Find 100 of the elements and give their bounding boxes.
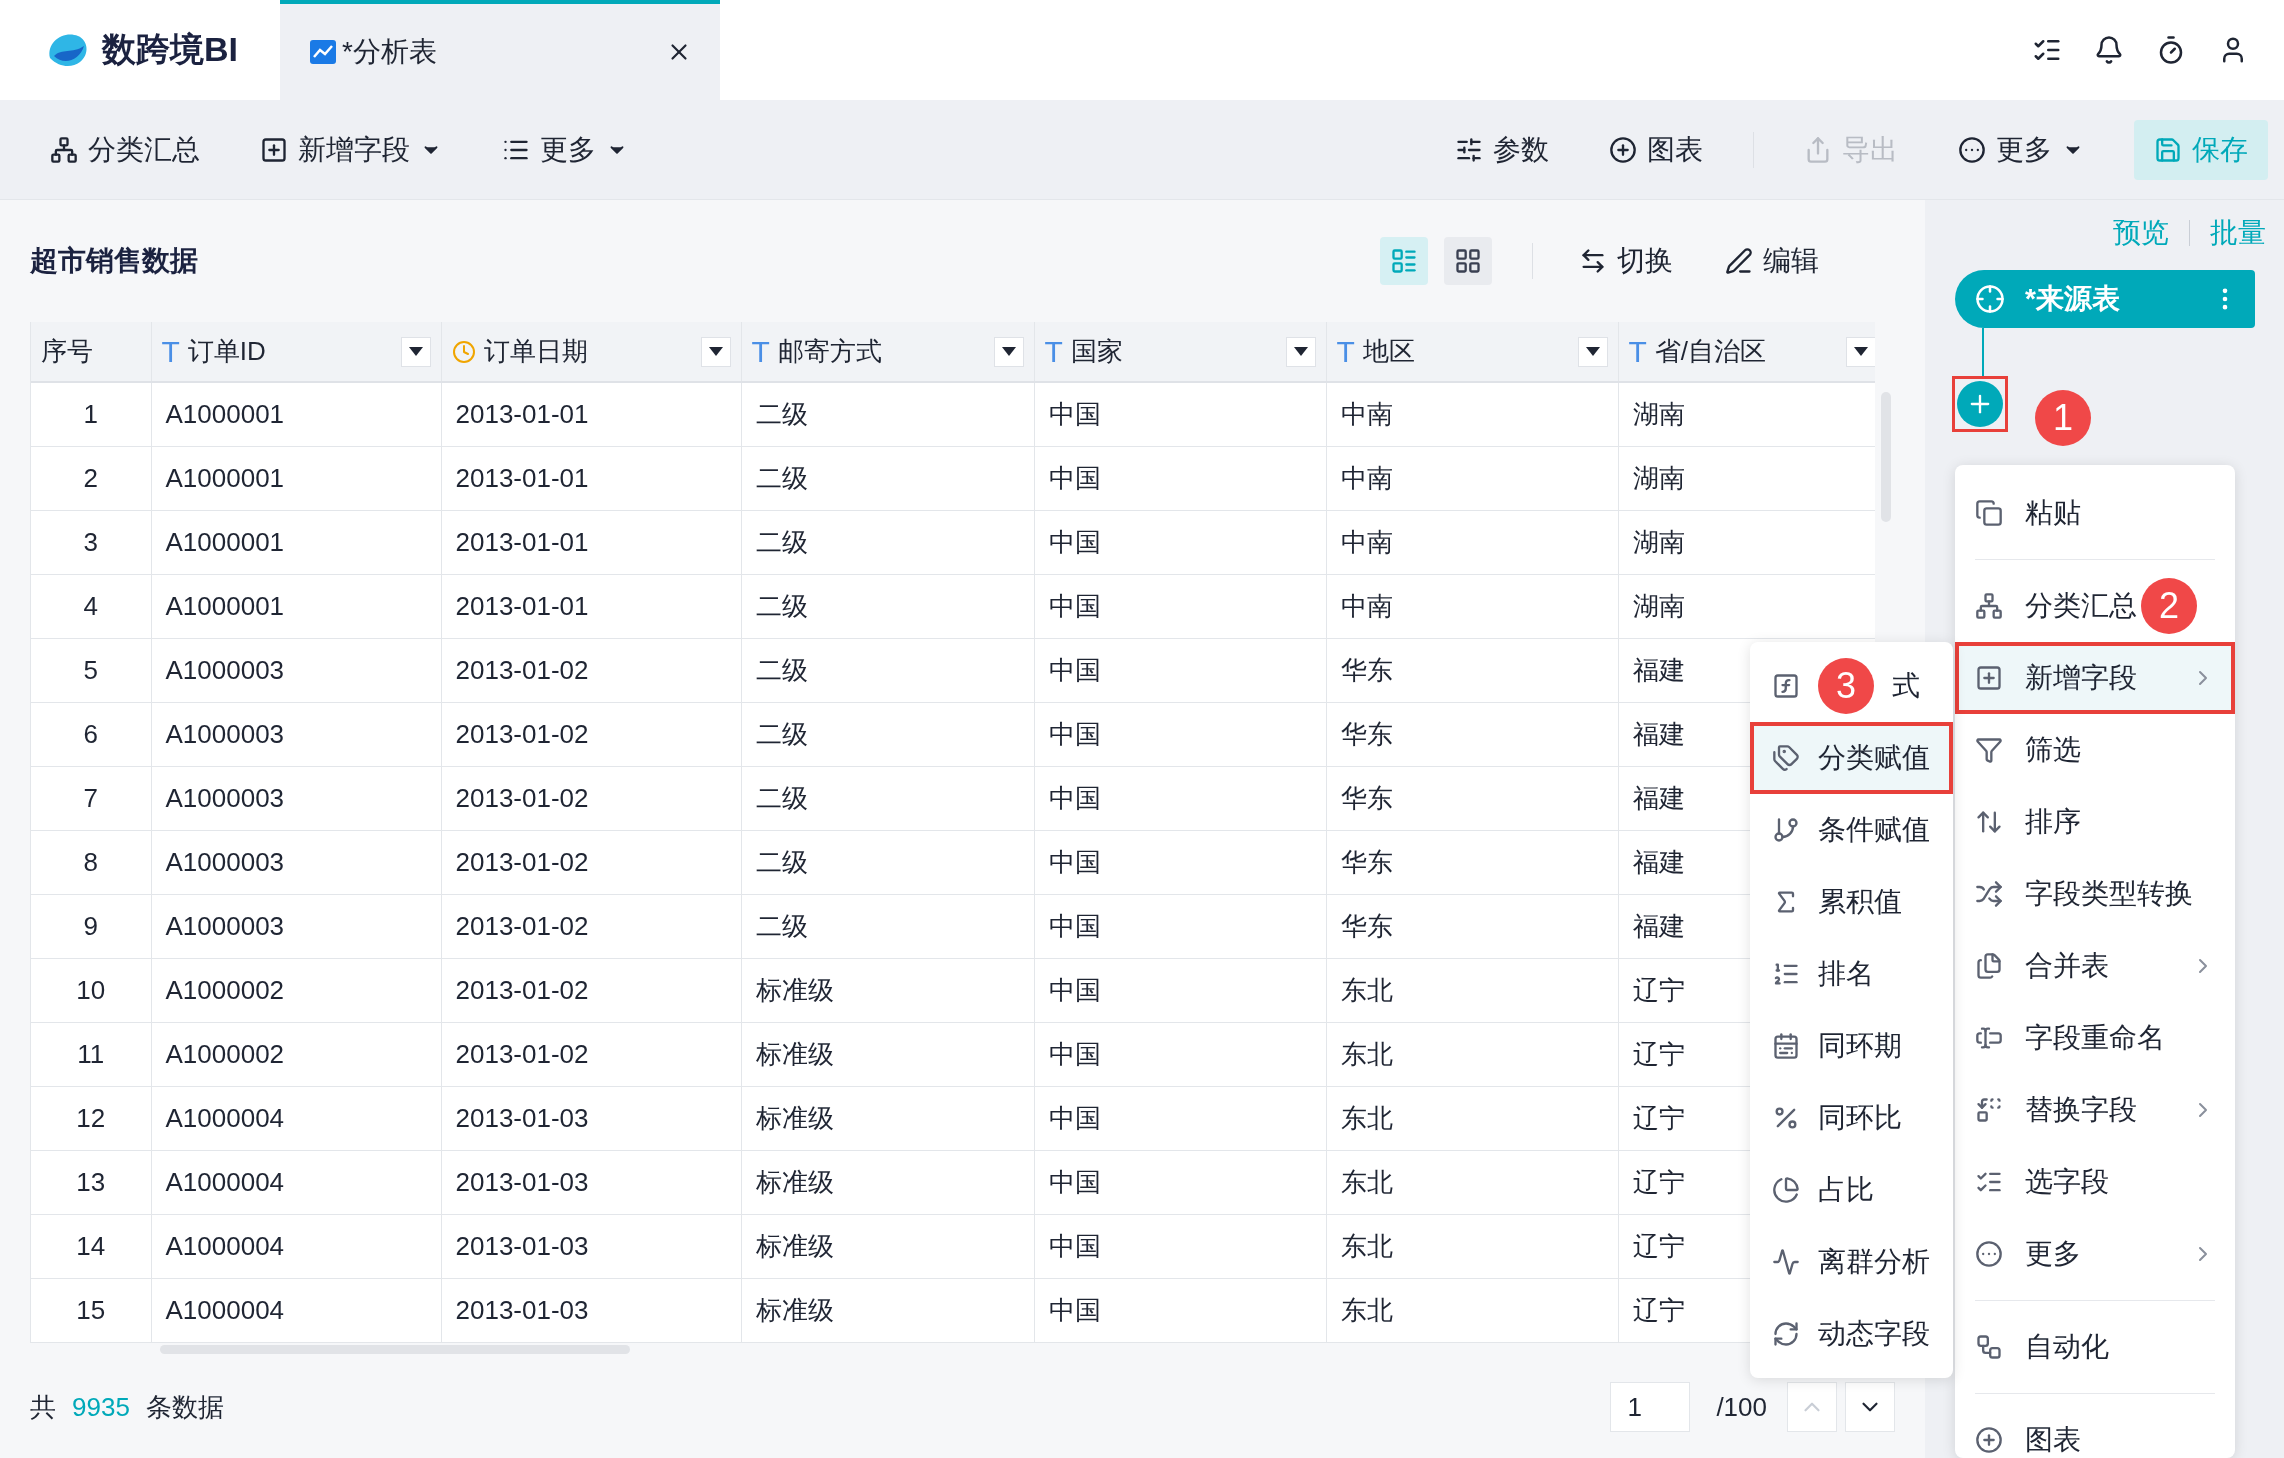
menu-item[interactable]: 离群分析 xyxy=(1750,1226,1953,1298)
table-cell: 2013-01-01 xyxy=(441,510,741,574)
table-cell: A1000004 xyxy=(151,1150,441,1214)
table-cell: A1000001 xyxy=(151,510,441,574)
table-cell: 中国 xyxy=(1034,510,1326,574)
action-button[interactable]: 切换 xyxy=(1573,241,1679,281)
action-button[interactable]: 编辑 xyxy=(1719,241,1825,281)
filter-dropdown[interactable] xyxy=(1845,336,1875,367)
table-cell: 中国 xyxy=(1034,1278,1326,1342)
column-label: 序号 xyxy=(41,335,94,368)
table-cell: 15 xyxy=(31,1278,151,1342)
table-cell: 华东 xyxy=(1326,638,1618,702)
menu-item[interactable]: 动态字段 xyxy=(1750,1298,1953,1370)
table-cell: 二级 xyxy=(741,574,1034,638)
table-cell: 东北 xyxy=(1326,1022,1618,1086)
table-cell: 9 xyxy=(31,894,151,958)
caret-icon xyxy=(408,346,423,357)
menu-item[interactable]: 同环期 xyxy=(1750,1010,1953,1082)
table-cell: A1000001 xyxy=(151,446,441,510)
table-cell: 中国 xyxy=(1034,1214,1326,1278)
menu-item[interactable]: 排序 xyxy=(1955,786,2235,858)
table-cell: 2 xyxy=(31,446,151,510)
grid-view-button[interactable] xyxy=(1444,237,1492,285)
table-cell: 二级 xyxy=(741,702,1034,766)
hierarchy-icon xyxy=(50,135,78,164)
table-cell: 6 xyxy=(31,702,151,766)
menu-item[interactable]: 更多 xyxy=(1955,1218,2235,1290)
table-cell: 标准级 xyxy=(741,1086,1034,1150)
table-cell: 东北 xyxy=(1326,1086,1618,1150)
caret-icon xyxy=(1293,346,1308,357)
menu-item[interactable]: 字段重命名 xyxy=(1955,1002,2235,1074)
filter-dropdown[interactable] xyxy=(1285,336,1316,367)
crosshair-icon xyxy=(1975,284,2005,314)
table-cell: 标准级 xyxy=(741,1278,1034,1342)
toolbar-button[interactable]: 新增字段 xyxy=(250,122,452,177)
table-cell: 二级 xyxy=(741,382,1034,446)
menu-item[interactable]: 累积值 xyxy=(1750,866,1953,938)
table-cell: 7 xyxy=(31,766,151,830)
table-cell: A1000002 xyxy=(151,1022,441,1086)
toolbar-button[interactable]: 更多 xyxy=(1948,122,2094,177)
table-cell: 东北 xyxy=(1326,1278,1618,1342)
text-type-icon: T xyxy=(1044,334,1063,369)
table-cell: 2013-01-02 xyxy=(441,958,741,1022)
more-icon xyxy=(1958,135,1986,164)
menu-item[interactable]: 粘贴 xyxy=(1955,477,2235,549)
menu-item[interactable]: 同环比 xyxy=(1750,1082,1953,1154)
menu-item[interactable]: 选字段 xyxy=(1955,1146,2235,1218)
table-cell: 1 xyxy=(31,382,151,446)
table-cell: A1000001 xyxy=(151,382,441,446)
table-cell: 中国 xyxy=(1034,638,1326,702)
column-label: 订单日期 xyxy=(483,335,589,368)
menu-item[interactable]: 替换字段 xyxy=(1955,1074,2235,1146)
column-label: 地区 xyxy=(1362,335,1416,368)
column-label: 订单ID xyxy=(187,335,267,368)
table-cell: A1000003 xyxy=(151,830,441,894)
menu-item[interactable]: 排名 xyxy=(1750,938,1953,1010)
toolbar-button[interactable]: 参数 xyxy=(1445,122,1559,177)
table-cell: 东北 xyxy=(1326,958,1618,1022)
table-cell: 2013-01-02 xyxy=(441,638,741,702)
table-cell: 10 xyxy=(31,958,151,1022)
menu-item[interactable]: 自动化 xyxy=(1955,1311,2235,1383)
more-icon xyxy=(1975,1240,2003,1268)
toolbar-button[interactable]: 分类汇总 xyxy=(40,122,210,177)
table-cell: 二级 xyxy=(741,894,1034,958)
add-circle-icon xyxy=(1975,1426,2003,1454)
filter-dropdown[interactable] xyxy=(993,336,1024,367)
tab[interactable]: *分析表 xyxy=(280,0,720,100)
toolbar-button[interactable]: 更多 xyxy=(492,122,638,177)
filter-dropdown[interactable] xyxy=(1577,336,1608,367)
menu-item[interactable]: 分类赋值 xyxy=(1750,722,1953,794)
table-cell: A1000003 xyxy=(151,766,441,830)
menu-item[interactable]: 分类汇总 2 xyxy=(1955,570,2235,642)
menu-item[interactable]: 合并表 xyxy=(1955,930,2235,1002)
hierarchy-icon xyxy=(1975,592,2003,620)
tab-label: *分析表 xyxy=(342,35,438,69)
table-cell: 中国 xyxy=(1034,574,1326,638)
table-cell: A1000003 xyxy=(151,894,441,958)
bell-icon[interactable] xyxy=(2094,35,2124,65)
table-cell: 东北 xyxy=(1326,1214,1618,1278)
table-cell: 二级 xyxy=(741,510,1034,574)
text-type-icon: T xyxy=(751,334,770,369)
page-input[interactable]: 1 xyxy=(1610,1382,1691,1433)
save-icon xyxy=(2154,135,2182,164)
menu-item[interactable]: 图表 xyxy=(1955,1404,2235,1458)
clock-icon xyxy=(451,339,476,364)
text-type-icon: T xyxy=(1336,334,1355,369)
menu-item[interactable]: 占比 xyxy=(1750,1154,1953,1226)
menu-item[interactable]: 筛选 xyxy=(1955,714,2235,786)
table-cell: A1000003 xyxy=(151,638,441,702)
menu-item[interactable]: 新增字段 xyxy=(1955,642,2235,714)
menu-item[interactable]: 条件赋值 xyxy=(1750,794,1953,866)
record-count: 9935 xyxy=(72,1391,130,1423)
table-cell: 2013-01-02 xyxy=(441,894,741,958)
table-cell: 中国 xyxy=(1034,1150,1326,1214)
filter-dropdown[interactable] xyxy=(700,336,731,367)
toolbar-button[interactable]: 图表 xyxy=(1599,122,1713,177)
column-label: 省/自治区 xyxy=(1654,335,1768,368)
table-cell: 中南 xyxy=(1326,382,1618,446)
menu-item[interactable]: 字段类型转换 xyxy=(1955,858,2235,930)
filter-dropdown[interactable] xyxy=(400,336,431,367)
